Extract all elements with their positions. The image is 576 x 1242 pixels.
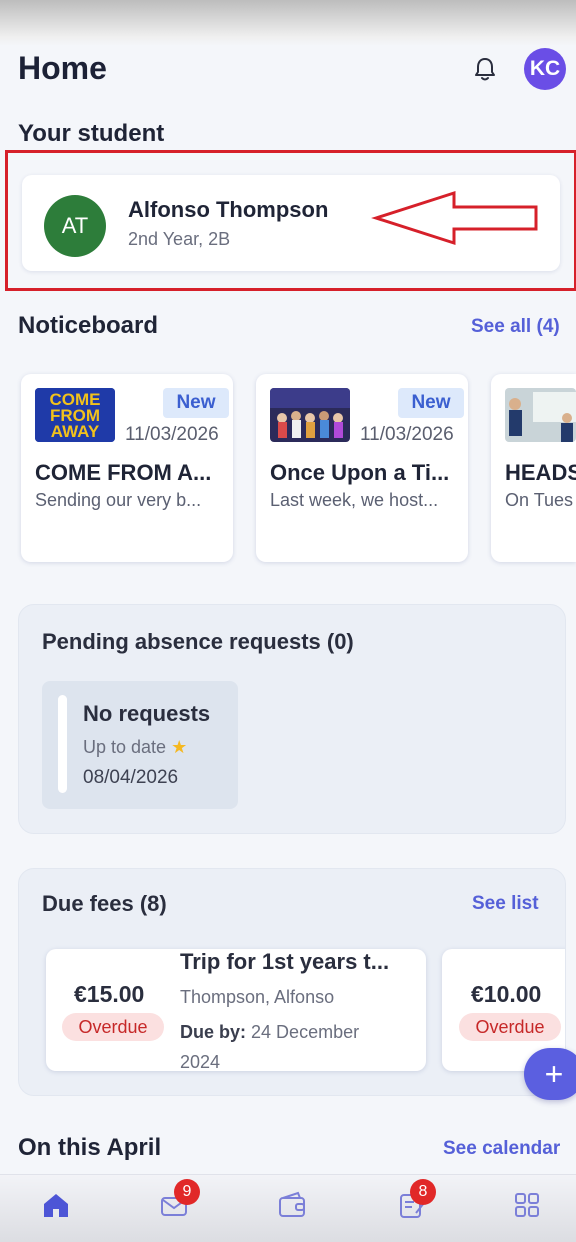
overdue-badge: Overdue bbox=[459, 1013, 561, 1041]
notice-card[interactable]: New 11/03/2026 Once Upon a Ti... Last we… bbox=[256, 374, 468, 562]
notice-description: On Tues bbox=[505, 490, 574, 510]
notice-thumbnail: COME FROM AWAY bbox=[35, 388, 115, 442]
grid-icon bbox=[515, 1193, 539, 1217]
no-requests-subtitle: Up to date ★ bbox=[83, 737, 187, 758]
fee-card[interactable]: €15.00 Overdue Trip for 1st years t... T… bbox=[46, 949, 426, 1071]
home-icon bbox=[44, 1194, 68, 1217]
see-list-link[interactable]: See list bbox=[472, 893, 539, 915]
fee-amount: €15.00 bbox=[74, 981, 145, 1007]
new-badge: New bbox=[398, 388, 464, 418]
arrow-annotation-icon bbox=[371, 190, 538, 246]
nav-messages[interactable]: 9 bbox=[154, 1179, 200, 1225]
page-title: Home bbox=[18, 50, 107, 86]
nav-more[interactable] bbox=[507, 1185, 547, 1225]
on-this-month-heading: On this April bbox=[18, 1134, 162, 1161]
noticeboard-heading: Noticeboard bbox=[18, 312, 159, 339]
notice-title: Once Upon a Ti... bbox=[270, 460, 450, 485]
notice-description: Last week, we host... bbox=[270, 490, 439, 510]
see-all-link[interactable]: See all (4) bbox=[471, 316, 560, 338]
absence-requests-title: Pending absence requests (0) bbox=[42, 629, 354, 654]
header: Home KC bbox=[0, 40, 576, 100]
nav-home[interactable] bbox=[36, 1185, 76, 1225]
wallet-icon bbox=[279, 1191, 305, 1217]
notice-thumbnail bbox=[505, 388, 576, 442]
notice-description: Sending our very b... bbox=[35, 490, 202, 510]
fee-due: Due by: 24 December 2024 bbox=[180, 1017, 400, 1071]
new-badge: New bbox=[163, 388, 229, 418]
notice-card[interactable]: COME FROM AWAY New 11/03/2026 COME FROM … bbox=[21, 374, 233, 562]
up-to-date-text: Up to date bbox=[83, 737, 167, 757]
bell-icon[interactable] bbox=[470, 54, 500, 84]
bottom-navigation: 9 8 bbox=[0, 1174, 576, 1242]
no-requests-card: No requests Up to date ★ 08/04/2026 bbox=[42, 681, 238, 809]
nav-forms[interactable]: 8 bbox=[392, 1179, 436, 1225]
add-button[interactable]: + bbox=[524, 1048, 576, 1100]
messages-count-badge: 9 bbox=[174, 1179, 200, 1205]
absence-requests-panel: Pending absence requests (0) No requests… bbox=[18, 604, 566, 834]
card-accent-bar bbox=[58, 695, 67, 793]
notice-title: COME FROM A... bbox=[35, 460, 212, 485]
due-fees-panel: Due fees (8) See list €15.00 Overdue Tri… bbox=[18, 868, 566, 1096]
nav-wallet[interactable] bbox=[272, 1185, 312, 1225]
student-avatar: AT bbox=[44, 195, 106, 257]
notice-date: 11/03/2026 bbox=[360, 424, 454, 445]
fee-student: Thompson, Alfonso bbox=[180, 987, 335, 1007]
overdue-badge: Overdue bbox=[62, 1013, 164, 1041]
notice-thumbnail bbox=[270, 388, 350, 442]
due-fees-title: Due fees (8) bbox=[42, 891, 167, 916]
notice-title: HEADS bbox=[505, 460, 576, 485]
student-name: Alfonso Thompson bbox=[128, 197, 329, 222]
user-avatar[interactable]: KC bbox=[524, 48, 566, 90]
star-icon: ★ bbox=[171, 737, 188, 757]
no-requests-date: 08/04/2026 bbox=[83, 767, 179, 788]
thumb-text-3: AWAY bbox=[51, 422, 100, 441]
your-student-heading: Your student bbox=[18, 120, 165, 147]
no-requests-title: No requests bbox=[83, 701, 211, 726]
notice-card[interactable]: HEADS On Tues bbox=[491, 374, 576, 562]
student-class: 2nd Year, 2B bbox=[128, 229, 231, 249]
fee-title: Trip for 1st years t... bbox=[180, 949, 390, 974]
forms-count-badge: 8 bbox=[410, 1179, 436, 1205]
see-calendar-link[interactable]: See calendar bbox=[443, 1138, 560, 1160]
due-label: Due by: bbox=[180, 1022, 247, 1042]
notice-date: 11/03/2026 bbox=[125, 424, 219, 445]
fee-amount: €10.00 bbox=[471, 981, 542, 1007]
